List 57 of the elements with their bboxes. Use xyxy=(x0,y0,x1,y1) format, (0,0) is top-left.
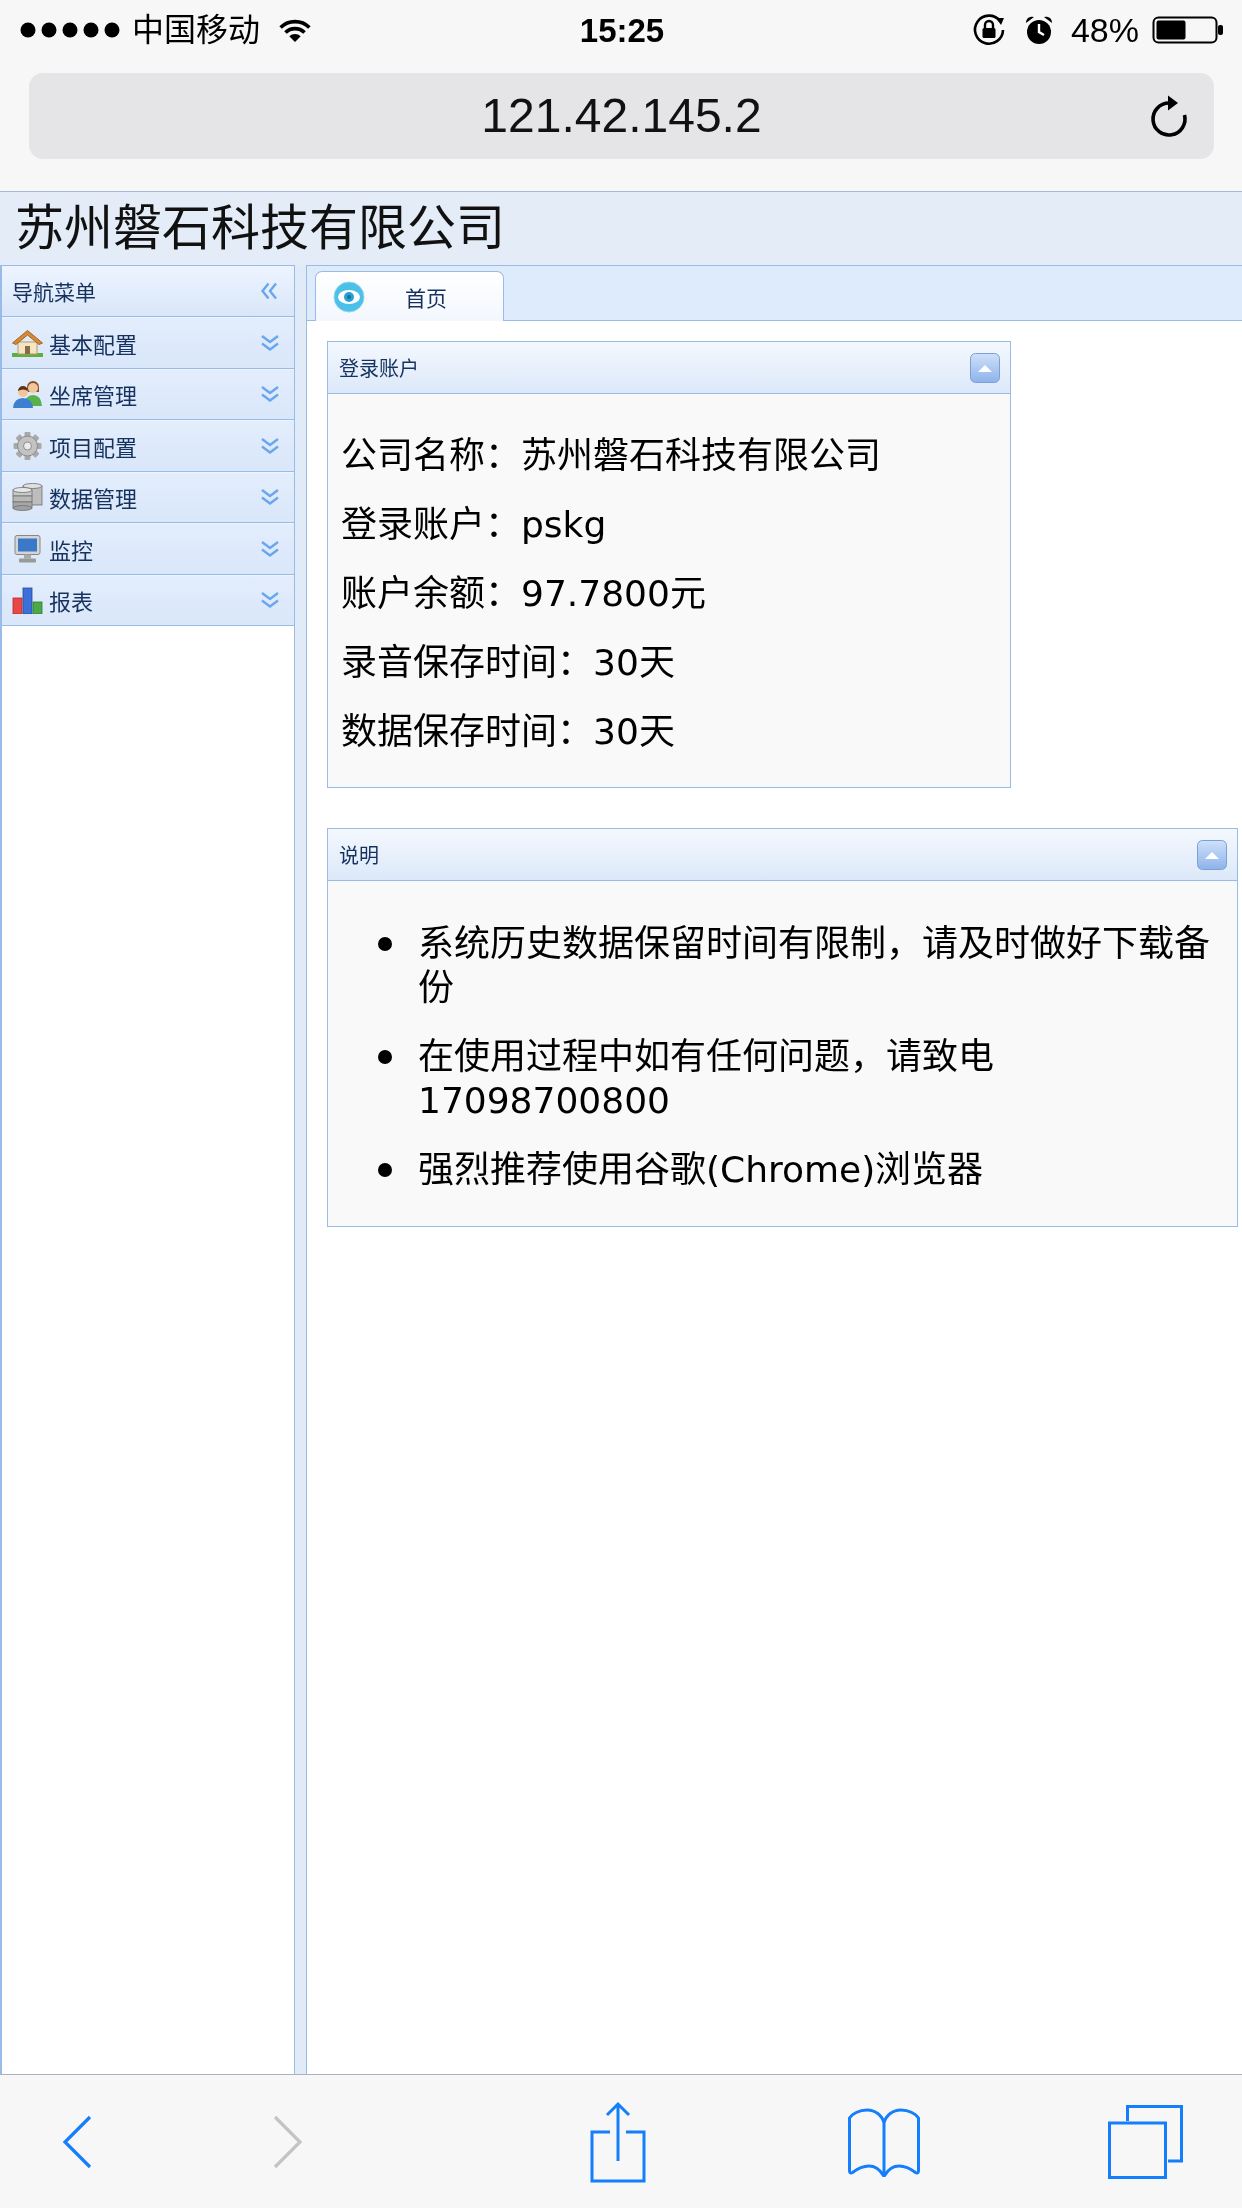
field-value: 30天 xyxy=(593,642,675,683)
alarm-clock-icon xyxy=(1023,14,1054,46)
company-title: 苏州磐石科技有限公司 xyxy=(15,204,505,253)
collapse-icon[interactable] xyxy=(970,352,1000,383)
url-text: 121.42.145.2 xyxy=(481,92,762,140)
field-label: 数据保存时间： xyxy=(341,711,593,752)
note-text: 系统历史数据保留时间有限制，请及时做好下载备份 xyxy=(418,922,1211,1010)
field-label: 登录账户： xyxy=(341,504,521,545)
field-label: 公司名称： xyxy=(341,435,521,476)
note-text: 在使用过程中如有任何问题，请致电17098700800 xyxy=(418,1035,995,1123)
field-label: 账户余额： xyxy=(341,573,521,614)
double-chevron-down-icon[interactable] xyxy=(260,488,280,507)
double-chevron-down-icon[interactable] xyxy=(260,539,280,558)
bullet-icon xyxy=(378,1163,392,1177)
overlapping-squares-icon[interactable] xyxy=(1108,2104,1183,2179)
field-label: 录音保存时间： xyxy=(341,642,593,683)
double-chevron-down-icon[interactable] xyxy=(260,436,280,455)
carrier-name: 中国移动 xyxy=(132,14,260,46)
sidebar-title: 导航菜单 xyxy=(12,280,96,306)
signal-icon xyxy=(20,22,120,38)
field-value: 97.7800元 xyxy=(521,573,706,614)
battery-icon xyxy=(1152,16,1224,44)
eye-icon xyxy=(333,280,365,313)
double-chevron-down-icon[interactable] xyxy=(260,591,280,610)
field-value: 苏州磐石科技有限公司 xyxy=(521,435,881,476)
reload-icon[interactable] xyxy=(1149,94,1189,138)
monitor-icon xyxy=(12,534,43,563)
double-chevron-left-icon[interactable] xyxy=(260,282,278,300)
share-icon[interactable] xyxy=(590,2100,646,2183)
tab[interactable]: 首页 xyxy=(315,271,504,321)
chevron-left-icon[interactable] xyxy=(62,2114,92,2169)
sidebar-item[interactable]: 报表 xyxy=(2,574,294,626)
note-text: 强烈推荐使用谷歌(Chrome)浏览器 xyxy=(418,1148,985,1192)
double-chevron-down-icon[interactable] xyxy=(260,385,280,404)
collapse-icon[interactable] xyxy=(1197,839,1227,870)
house-icon xyxy=(12,328,43,357)
bar-chart-icon xyxy=(12,586,43,615)
sidebar-item[interactable]: 数据管理 xyxy=(2,471,294,523)
sidebar-item[interactable]: 基本配置 xyxy=(2,317,294,369)
bullet-icon xyxy=(378,1050,392,1064)
field-value: pskg xyxy=(521,504,607,545)
bullet-icon xyxy=(378,937,392,951)
field-value: 30天 xyxy=(593,711,675,752)
panel-title: 登录账户 xyxy=(339,356,419,382)
open-book-icon[interactable] xyxy=(847,2106,921,2177)
clock-time: 15:25 xyxy=(579,13,665,47)
gear-icon xyxy=(12,431,43,460)
database-icon xyxy=(12,483,43,512)
address-field[interactable]: 121.42.145.2 xyxy=(29,73,1214,159)
sidebar-item[interactable]: 项目配置 xyxy=(2,420,294,472)
wifi-icon xyxy=(277,17,313,43)
sidebar-item[interactable]: 坐席管理 xyxy=(2,368,294,420)
sidebar-item[interactable]: 监控 xyxy=(2,523,294,575)
panel-title: 说明 xyxy=(339,843,379,869)
double-chevron-down-icon[interactable] xyxy=(260,333,280,352)
people-icon xyxy=(12,380,43,409)
battery-percent: 48% xyxy=(1070,13,1139,47)
